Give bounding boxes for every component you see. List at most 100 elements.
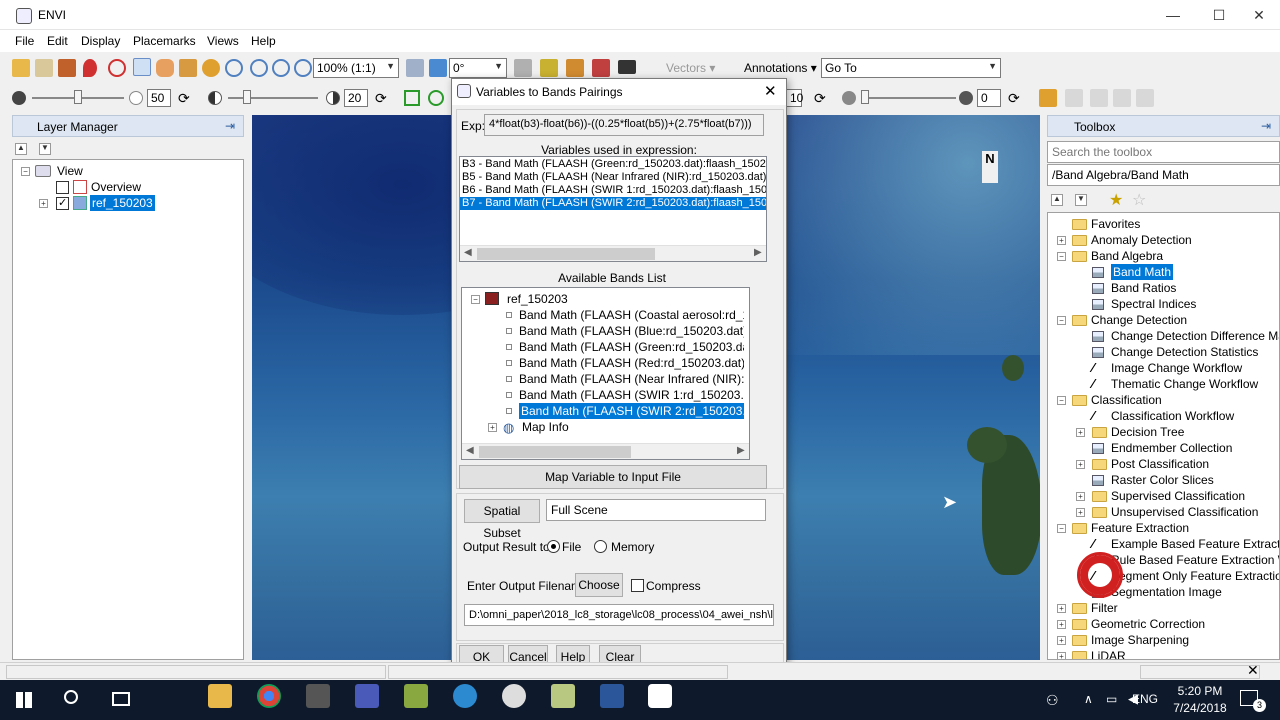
choose-button[interactable]: Choose [575,573,623,597]
menu-views[interactable]: Views [205,34,241,48]
placemark-icon[interactable] [83,59,97,77]
map-variable-button[interactable]: Map Variable to Input File [459,465,767,489]
expand-icon[interactable]: + [1057,236,1066,245]
toolbox-item[interactable]: + Anomaly Detection [1048,232,1279,248]
save-icon[interactable] [355,684,379,708]
expand-all-icon[interactable]: ▼ [1075,194,1087,206]
toolbox-item[interactable]: ⁄ Example Based Feature Extraction Wo [1048,536,1279,552]
expand-icon[interactable]: + [1057,620,1066,629]
zoom-fit-icon[interactable] [294,59,312,77]
tree-item-layer[interactable]: + ✓ ref_150203 [39,195,189,211]
sharpen-value[interactable]: 10 [786,89,803,107]
chevron-up-icon[interactable]: ∧ [1084,692,1093,706]
envi-taskbar-icon[interactable] [648,684,672,708]
pin-icon[interactable]: ⇥ [1261,119,1271,133]
menu-file[interactable]: File [13,34,36,48]
toolbox-item[interactable]: ⁄ Image Change Workflow [1048,360,1279,376]
pin-icon[interactable]: ⇥ [225,119,235,133]
radio-file-label[interactable]: File [562,540,581,554]
layer-checkbox[interactable]: ✓ [56,197,69,210]
collapse-all-icon[interactable]: ▲ [1051,194,1063,206]
scroll-right-icon[interactable]: ▶ [754,247,762,258]
scroll-left-icon[interactable]: ◀ [466,445,474,456]
histogram-icon[interactable] [566,59,584,77]
toolbox-item[interactable]: Change Detection Statistics [1048,344,1279,360]
overview-checkbox[interactable] [56,181,69,194]
collapse-icon[interactable]: − [471,295,480,304]
select-pointer-icon[interactable] [133,58,151,76]
toolbox-item[interactable]: Band Math [1048,264,1279,280]
map-info-item[interactable]: + ◍ Map Info [488,419,688,435]
fly-icon[interactable] [179,59,197,77]
select-roi-icon[interactable] [404,90,420,106]
toolbox-item[interactable]: Raster Color Slices [1048,472,1279,488]
grid-icon[interactable] [618,60,636,74]
pan-icon[interactable] [514,59,532,77]
compress-label[interactable]: Compress [646,579,701,593]
scrollbar-thumb[interactable] [479,446,631,458]
rotate-icon[interactable] [202,59,220,77]
transparency-slider-thumb[interactable] [861,90,869,104]
expand-icon[interactable]: + [1057,604,1066,613]
toolbox-item[interactable]: + Decision Tree [1048,424,1279,440]
clock-time[interactable]: 5:20 PM [1168,684,1232,698]
app-icon[interactable] [551,684,575,708]
toolbox-item[interactable]: + Filter [1048,600,1279,616]
expand-all-icon[interactable]: ▼ [39,143,51,155]
language-indicator[interactable]: ENG [1132,692,1158,706]
app-icon[interactable] [453,684,477,708]
zoom-in-icon[interactable] [250,59,268,77]
scroll-right-icon[interactable]: ▶ [737,445,745,456]
network-icon[interactable]: ▭ [1106,692,1117,706]
minimize-button[interactable]: — [1150,0,1196,30]
open-folder-icon[interactable] [12,59,30,77]
band-item[interactable]: Band Math (FLAASH (Red:rd_150203.dat):fl… [506,355,744,371]
stretch-option-icon[interactable] [1136,89,1154,107]
transparency-slider[interactable] [862,97,956,99]
expand-icon[interactable]: + [1057,652,1066,659]
transparency-value[interactable]: 0 [977,89,1001,107]
menu-display[interactable]: Display [79,34,122,48]
clock-date[interactable]: 7/24/2018 [1166,701,1234,715]
radio-memory[interactable] [594,540,607,553]
zoom-select[interactable]: 100% (1:1) ▼ [313,58,399,78]
band-item[interactable]: Band Math (FLAASH (Blue:rd_150203.dat):f… [506,323,744,339]
task-view-icon[interactable] [112,692,130,706]
app-icon[interactable] [306,684,330,708]
collapse-icon[interactable]: − [21,167,30,176]
band-item[interactable]: Band Math (FLAASH (Coastal aerosol:rd_15… [506,307,744,323]
variable-item[interactable]: B3 - Band Math (FLAASH (Green:rd_150203.… [462,158,766,171]
rotate-north-icon[interactable] [429,59,447,77]
toolbox-item[interactable]: + Post Classification [1048,456,1279,472]
collapse-icon[interactable]: − [1057,396,1066,405]
toolbox-item[interactable]: − Change Detection [1048,312,1279,328]
dialog-close-icon[interactable]: ✕ [764,82,777,100]
collapse-icon[interactable]: − [1057,524,1066,533]
cancel-process-icon[interactable]: ✕ [1247,662,1259,679]
menu-help[interactable]: Help [249,34,278,48]
toolbox-item[interactable]: ⁄ Thematic Change Workflow [1048,376,1279,392]
band-item[interactable]: Band Math (FLAASH (SWIR 1:rd_150203.dat)… [506,387,744,403]
radio-file[interactable] [547,540,560,553]
linear-stretch-icon[interactable] [1039,89,1057,107]
pan-hand-icon[interactable] [156,59,174,77]
contrast-slider[interactable] [228,97,318,99]
variable-item[interactable]: B6 - Band Math (FLAASH (SWIR 1:rd_150203… [462,184,766,197]
band-item-selected[interactable]: Band Math (FLAASH (SWIR 2:rd_150203.dat)… [506,403,744,419]
reset-icon[interactable]: ⟳ [375,90,387,107]
toolbox-item[interactable]: Endmember Collection [1048,440,1279,456]
goto-select[interactable]: Go To ▼ [821,58,1001,78]
toolbox-item[interactable]: Spectral Indices [1048,296,1279,312]
toolbox-item[interactable]: − Classification [1048,392,1279,408]
toolbox-item[interactable]: + LiDAR [1048,648,1279,659]
expand-icon[interactable]: + [1076,428,1085,437]
rotation-select[interactable]: 0° ▼ [449,58,507,78]
data-manager-icon[interactable] [35,59,53,77]
file-explorer-icon[interactable] [208,684,232,708]
variable-item[interactable]: B5 - Band Math (FLAASH (Near Infrared (N… [462,171,766,184]
scroll-left-icon[interactable]: ◀ [464,247,472,258]
toolbox-item[interactable]: − Band Algebra [1048,248,1279,264]
collapse-icon[interactable]: − [1057,252,1066,261]
ellipse-roi-icon[interactable] [428,90,444,106]
bands-root-item[interactable]: − ref_150203 [471,291,741,307]
